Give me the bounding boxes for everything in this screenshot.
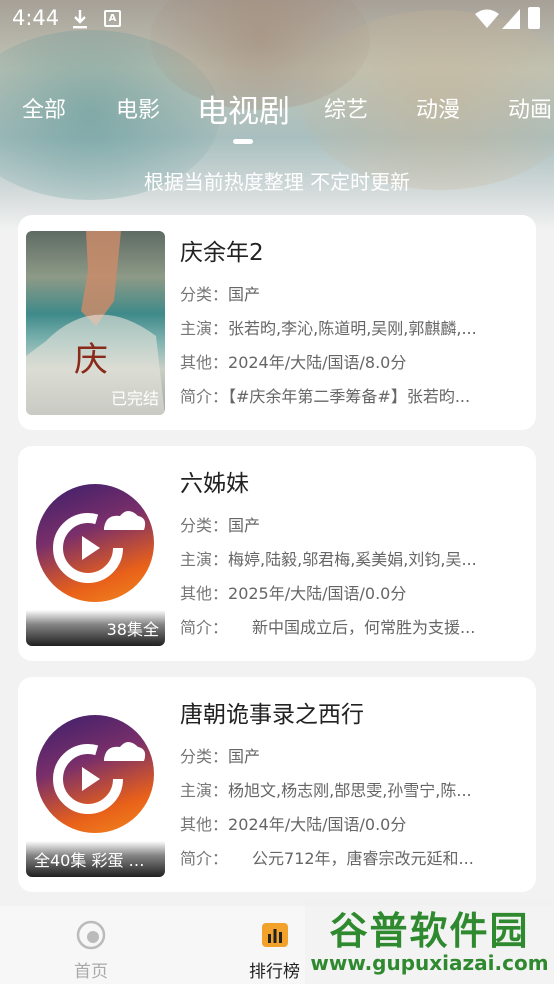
category-value: 国产	[228, 747, 261, 765]
a-notification-icon: A	[104, 10, 121, 27]
other-label: 其他：	[180, 353, 229, 371]
cast-label: 主演：	[180, 319, 229, 337]
category-label: 分类：	[180, 747, 229, 765]
cast-value: 梅婷,陆毅,邬君梅,奚美娟,刘钧,吴...	[228, 550, 477, 568]
cast-label: 主演：	[180, 781, 229, 799]
tab-all[interactable]: 全部	[22, 92, 66, 124]
category-value: 国产	[228, 516, 261, 534]
category-tabs: 全部 电影 电视剧 综艺 动漫 动画	[0, 92, 554, 142]
ranking-icon	[261, 923, 288, 947]
intro-value: 【#庆余年第二季筹备#】张若昀...	[228, 387, 471, 405]
poster-placeholder: 全40集 彩蛋 花...	[26, 693, 165, 877]
nav-home[interactable]: 首页	[74, 920, 108, 982]
nav-ranking[interactable]: 排行榜	[249, 920, 300, 982]
cast-value: 杨旭文,杨志刚,郜思雯,孙雪宁,陈...	[228, 781, 472, 799]
status-bar: 4:44 A	[0, 0, 554, 38]
app-logo-icon	[36, 715, 154, 833]
show-card[interactable]: 庆 已完结 庆余年2 分类：国产 主演：张若昀,李沁,陈道明,吴刚,郭麒麟,..…	[18, 215, 536, 430]
poster-placeholder: 38集全	[26, 462, 165, 646]
show-title: 庆余年2	[180, 240, 264, 266]
intro-label: 简介：	[180, 849, 221, 867]
home-icon	[76, 920, 106, 950]
other-value: 2024年/大陆/国语/0.0分	[228, 815, 407, 833]
tab-tv-series[interactable]: 电视剧	[197, 86, 290, 131]
cast-value: 张若昀,李沁,陈道明,吴刚,郭麒麟,...	[228, 319, 477, 337]
intro-value: 公元712年，唐睿宗改元延和...	[220, 849, 474, 867]
show-card[interactable]: 全40集 彩蛋 花... 唐朝诡事录之西行 分类：国产 主演：杨旭文,杨志刚,郜…	[18, 677, 536, 892]
other-value: 2024年/大陆/国语/8.0分	[228, 353, 407, 371]
category-label: 分类：	[180, 516, 229, 534]
intro-label: 简介：	[180, 618, 221, 636]
svg-text:庆: 庆	[74, 340, 108, 380]
category-value: 国产	[228, 285, 261, 303]
ranking-subtitle: 根据当前热度整理 不定时更新	[143, 170, 411, 194]
wifi-icon	[475, 9, 499, 28]
signal-icon	[502, 9, 520, 29]
nav-ranking-label: 排行榜	[249, 962, 300, 982]
show-title: 六姊妹	[180, 471, 249, 497]
category-label: 分类：	[180, 285, 229, 303]
cast-label: 主演：	[180, 550, 229, 568]
active-tab-indicator	[233, 139, 253, 144]
poster-image: 庆 已完结	[26, 231, 165, 415]
app-logo-icon	[36, 484, 154, 602]
status-time: 4:44	[12, 6, 60, 30]
other-label: 其他：	[180, 584, 229, 602]
tab-animation[interactable]: 动画	[508, 92, 552, 124]
intro-label: 简介：	[180, 387, 229, 405]
watermark: 谷普软件园 www.gupuxiazai.com	[305, 898, 554, 984]
other-value: 2025年/大陆/国语/0.0分	[228, 584, 407, 602]
episode-badge: 38集全	[106, 620, 159, 639]
status-badge: 已完结	[110, 389, 159, 408]
watermark-url: www.gupuxiazai.com	[310, 951, 549, 975]
show-title: 唐朝诡事录之西行	[180, 702, 364, 728]
watermark-title: 谷普软件园	[329, 909, 530, 953]
download-icon	[73, 10, 87, 29]
nav-home-label: 首页	[74, 962, 108, 982]
other-label: 其他：	[180, 815, 229, 833]
tab-variety[interactable]: 综艺	[324, 92, 368, 124]
show-card[interactable]: 38集全 六姊妹 分类：国产 主演：梅婷,陆毅,邬君梅,奚美娟,刘钧,吴... …	[18, 446, 536, 661]
tab-movie[interactable]: 电影	[116, 92, 160, 124]
battery-icon	[528, 7, 540, 29]
tab-anime[interactable]: 动漫	[416, 92, 460, 124]
intro-value: 新中国成立后，何常胜为支援...	[220, 618, 476, 636]
episode-badge: 全40集 彩蛋 花...	[34, 851, 159, 870]
